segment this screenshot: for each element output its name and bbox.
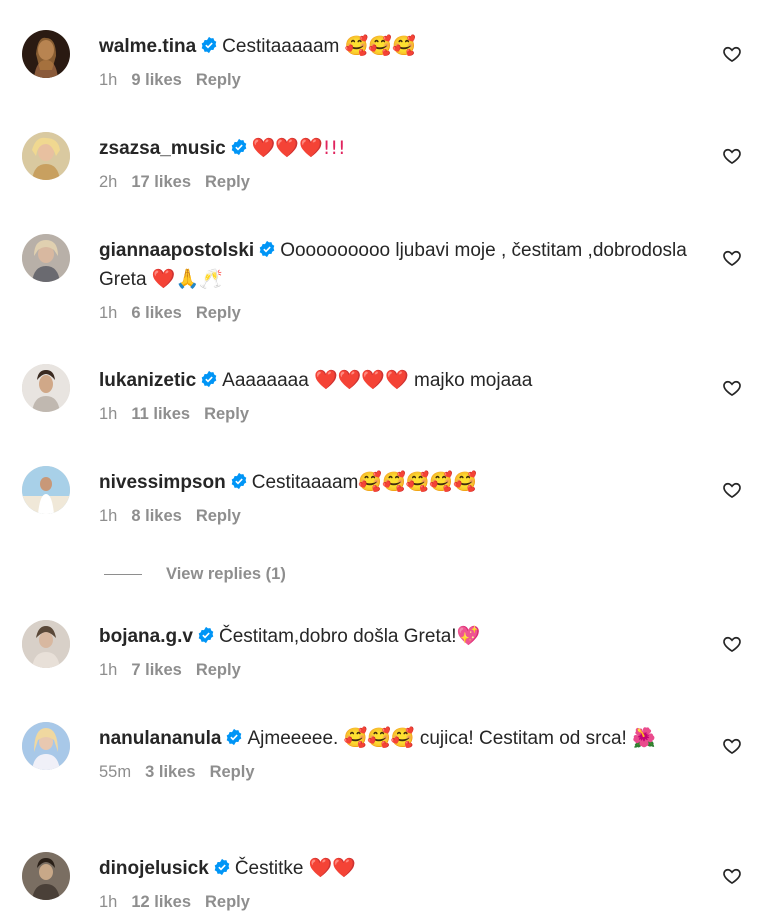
verified-badge-icon bbox=[213, 858, 231, 876]
like-heart-icon[interactable] bbox=[722, 248, 742, 268]
comment-username[interactable]: nanulananula bbox=[99, 728, 221, 749]
comment-text-continued: majko mojaaa bbox=[414, 370, 533, 391]
view-replies-label: View replies (1) bbox=[166, 564, 286, 583]
comment-emojis: 🥰🥰🥰🥰🥰 bbox=[358, 471, 477, 493]
comment-likes[interactable]: 17 likes bbox=[131, 173, 191, 191]
comment-username[interactable]: zsazsa_music bbox=[99, 138, 226, 159]
comment-time: 1h bbox=[99, 661, 118, 679]
comment-username[interactable]: bojana.g.v bbox=[99, 626, 193, 647]
comment-time: 1h bbox=[99, 304, 118, 322]
reply-button[interactable]: Reply bbox=[204, 405, 249, 423]
comment-text: Čestitam,dobro došla Greta! bbox=[218, 626, 457, 647]
comment-username[interactable]: lukanizetic bbox=[99, 370, 196, 391]
verified-badge-icon bbox=[230, 472, 248, 490]
view-replies-button[interactable]: View replies (1) bbox=[104, 563, 286, 585]
avatar[interactable] bbox=[22, 364, 70, 412]
reply-button[interactable]: Reply bbox=[196, 507, 241, 525]
like-heart-icon[interactable] bbox=[722, 480, 742, 500]
like-heart-icon[interactable] bbox=[722, 44, 742, 64]
verified-badge-icon bbox=[258, 240, 276, 258]
comment-likes[interactable]: 8 likes bbox=[131, 507, 181, 525]
view-replies-divider bbox=[104, 573, 142, 575]
like-heart-icon[interactable] bbox=[722, 736, 742, 756]
like-heart-icon[interactable] bbox=[722, 378, 742, 398]
reply-button[interactable]: Reply bbox=[196, 661, 241, 679]
avatar[interactable] bbox=[22, 234, 70, 282]
comment-username[interactable]: giannaapostolski bbox=[99, 240, 254, 261]
comment-text: Cestitaaaaam bbox=[222, 36, 340, 57]
comment-likes[interactable]: 12 likes bbox=[131, 893, 191, 911]
reply-button[interactable]: Reply bbox=[196, 71, 241, 89]
reply-button[interactable]: Reply bbox=[196, 304, 241, 322]
comment-text-continued: cujica! Cestitam od srca! bbox=[419, 728, 627, 749]
comment-emojis: ❤️❤️ bbox=[308, 857, 357, 879]
comment-likes[interactable]: 9 likes bbox=[131, 71, 181, 89]
verified-badge-icon bbox=[225, 728, 243, 746]
comment-text: Cestitaaaam bbox=[251, 472, 359, 493]
comment-likes[interactable]: 3 likes bbox=[145, 763, 195, 781]
comment-emojis: 🥰🥰🥰 bbox=[343, 727, 415, 749]
comment-emojis: 💖 bbox=[456, 625, 481, 647]
like-heart-icon[interactable] bbox=[722, 866, 742, 886]
comment-likes[interactable]: 6 likes bbox=[131, 304, 181, 322]
comment-likes[interactable]: 7 likes bbox=[131, 661, 181, 679]
verified-badge-icon bbox=[200, 370, 218, 388]
comment-emojis-continued: 🌺 bbox=[632, 727, 656, 749]
comment-time: 1h bbox=[99, 893, 118, 911]
comment-time: 55m bbox=[99, 763, 132, 781]
reply-button[interactable]: Reply bbox=[205, 173, 250, 191]
avatar[interactable] bbox=[22, 852, 70, 900]
comment-time: 1h bbox=[99, 71, 118, 89]
avatar[interactable] bbox=[22, 30, 70, 78]
comment-time: 2h bbox=[99, 173, 118, 191]
avatar[interactable] bbox=[22, 466, 70, 514]
comment-text: Aaaaaaaa bbox=[222, 370, 309, 391]
avatar[interactable] bbox=[22, 132, 70, 180]
comment-emojis: ❤️🙏🥂 bbox=[151, 268, 223, 290]
comment-text: Čestitke bbox=[234, 858, 304, 879]
avatar[interactable] bbox=[22, 620, 70, 668]
verified-badge-icon bbox=[200, 36, 218, 54]
comment-username[interactable]: nivessimpson bbox=[99, 472, 226, 493]
comment-emojis: ❤️❤️❤️❤️ bbox=[314, 369, 409, 391]
comment-time: 1h bbox=[99, 405, 118, 423]
comment-emojis: 🥰🥰🥰 bbox=[344, 35, 416, 57]
comment-emojis: ❤️❤️❤️!!! bbox=[251, 137, 346, 159]
comment-text: Ajmeeeee. bbox=[247, 728, 339, 749]
reply-button[interactable]: Reply bbox=[210, 763, 255, 781]
like-heart-icon[interactable] bbox=[722, 634, 742, 654]
like-heart-icon[interactable] bbox=[722, 146, 742, 166]
verified-badge-icon bbox=[197, 626, 215, 644]
comment-time: 1h bbox=[99, 507, 118, 525]
reply-button[interactable]: Reply bbox=[205, 893, 250, 911]
avatar[interactable] bbox=[22, 722, 70, 770]
comment-likes[interactable]: 11 likes bbox=[131, 405, 190, 423]
comment-username[interactable]: walme.tina bbox=[99, 36, 196, 57]
verified-badge-icon bbox=[230, 138, 248, 156]
comment-username[interactable]: dinojelusick bbox=[99, 858, 209, 879]
